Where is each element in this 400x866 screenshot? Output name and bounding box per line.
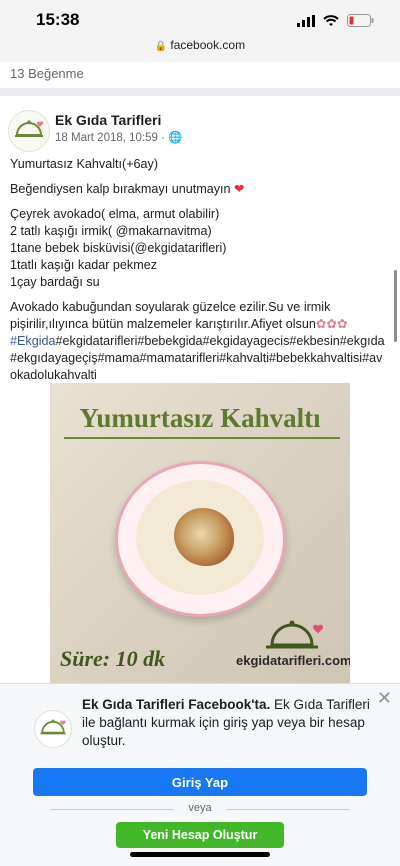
bowl-contents [136, 480, 264, 595]
page-name[interactable]: Ek Gıda Tarifleri [55, 112, 161, 128]
home-indicator[interactable] [130, 852, 270, 857]
image-site: ekgidatarifleri.com [236, 653, 350, 668]
ingredient-2: 2 tatlı kaşığı irmik( @makarnavitma) [10, 224, 212, 238]
flower-emoji-icon: ✿✿✿ [315, 317, 348, 331]
cloche-logo-icon [15, 120, 43, 137]
instructions: Avokado kabuğundan soyularak güzelce ezi… [10, 300, 348, 331]
image-title: Yumurtasız Kahvaltı [79, 403, 321, 433]
ingredient-3: 1tane bebek bisküvisi(@ekgidatarifleri) [10, 241, 227, 255]
wifi-icon [323, 14, 339, 26]
post-card: Ek Gıda Tarifleri 18 Mart 2018, 10:59 · … [0, 96, 400, 686]
cloche-logo-icon [266, 620, 323, 649]
heart-icon: ❤ [234, 182, 245, 196]
clock: 15:38 [36, 10, 80, 29]
battery-icon [347, 14, 374, 27]
post-text: Yumurtasız Kahvaltı(+6ay) Beğendiysen ka… [10, 156, 386, 384]
post-title-line: Yumurtasız Kahvaltı(+6ay) [10, 157, 159, 171]
hashtags: #Ekgida#ekgidatarifleri#bebekgida#ekgida… [10, 334, 385, 382]
hashtag-link[interactable]: #Ekgida [10, 334, 56, 348]
post-meta: 18 Mart 2018, 10:59 · 🌐 [55, 130, 182, 144]
ingredient-1: Çeyrek avokado( elma, armut olabilir) [10, 207, 220, 221]
scrollbar[interactable] [394, 270, 397, 342]
login-prompt-text: Ek Gıda Tarifleri Facebook'ta. Ek Gıda T… [82, 696, 382, 750]
login-prompt-panel: ✕ Ek Gıda Tarifleri Facebook'ta. Ek Gıda… [0, 683, 400, 866]
like-count[interactable]: 13 Beğenme [10, 66, 84, 81]
page-avatar[interactable] [8, 110, 50, 152]
or-divider: veya [50, 802, 350, 816]
status-icons [297, 14, 374, 27]
like-reminder: Beğendiysen kalp bırakmayı unutmayın ❤ [10, 182, 245, 196]
recipe-image[interactable]: Yumurtasız Kahvaltı Süre: 10 dk ekgidata… [50, 383, 350, 683]
url-text: facebook.com [170, 38, 246, 52]
divider-line-right [226, 809, 350, 810]
cloche-logo-icon [40, 719, 66, 735]
ingredient-5: 1çay bardağı su [10, 275, 100, 289]
or-text: veya [188, 802, 212, 814]
login-button[interactable]: Giriş Yap [33, 768, 367, 796]
address-bar[interactable]: 🔒 facebook.com [0, 38, 400, 52]
panel-avatar [34, 710, 72, 748]
globe-icon: 🌐 [168, 132, 183, 144]
lock-icon: 🔒 [154, 41, 168, 52]
image-title-underline [64, 437, 340, 439]
feed-divider [0, 88, 400, 96]
post-date[interactable]: 18 Mart 2018, 10:59 · [55, 132, 168, 144]
create-account-button[interactable]: Yeni Hesap Oluştur [116, 822, 284, 848]
image-duration: Süre: 10 dk [60, 646, 166, 671]
login-prompt-bold: Ek Gıda Tarifleri Facebook'ta. [82, 697, 271, 712]
topping [174, 508, 234, 566]
bowl [115, 461, 286, 617]
ingredient-4: 1tatlı kaşığı kadar pekmez [10, 258, 157, 272]
signal-icon [297, 14, 315, 27]
status-bar: 15:38 🔒 facebook.com [0, 0, 400, 62]
likes-strip: 13 Beğenme [0, 62, 400, 89]
